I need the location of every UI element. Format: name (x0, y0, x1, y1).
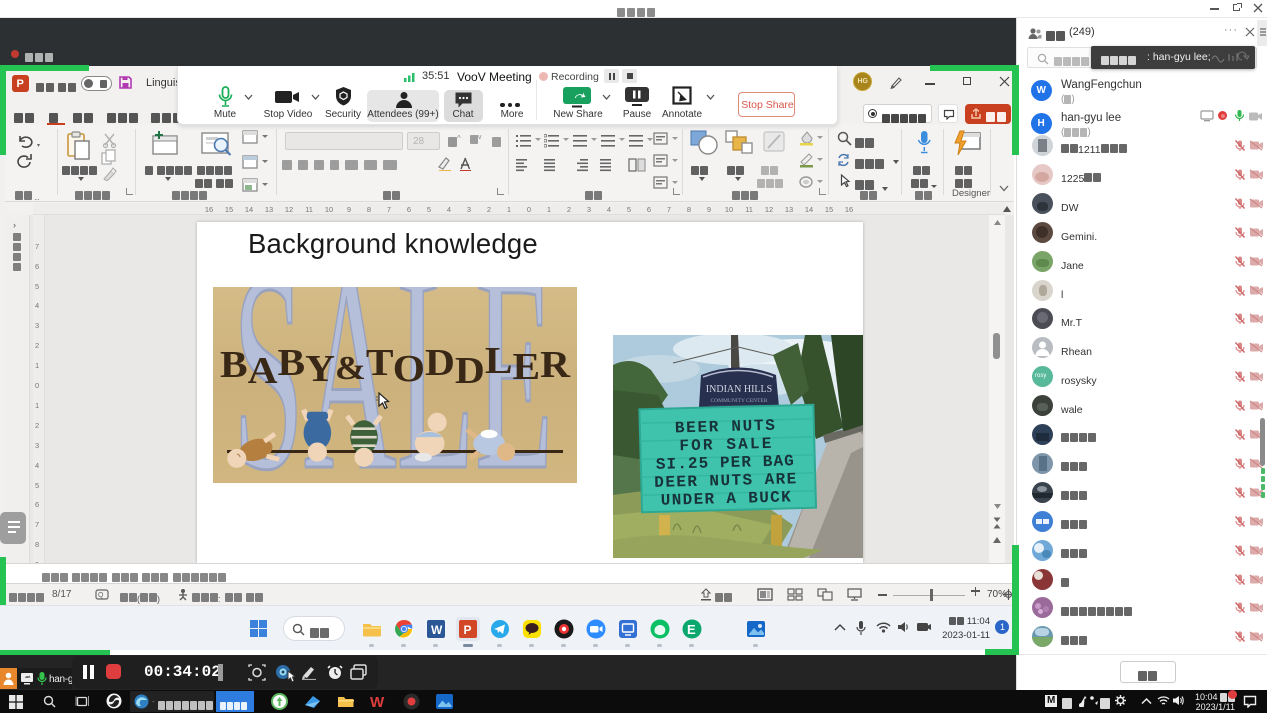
svg-text:UNDER A BUCK: UNDER A BUCK (661, 488, 792, 509)
svg-text:INDIAN HILLS: INDIAN HILLS (706, 384, 772, 395)
svg-text:COMMUNITY CENTER: COMMUNITY CENTER (710, 398, 767, 404)
svg-text:E: E (687, 622, 696, 637)
svg-text:BEER NUTS: BEER NUTS (675, 417, 776, 438)
svg-text:W: W (431, 623, 443, 637)
svg-text:Q: Q (98, 592, 104, 599)
svg-text:P: P (464, 623, 472, 637)
svg-text:W: W (370, 694, 385, 711)
